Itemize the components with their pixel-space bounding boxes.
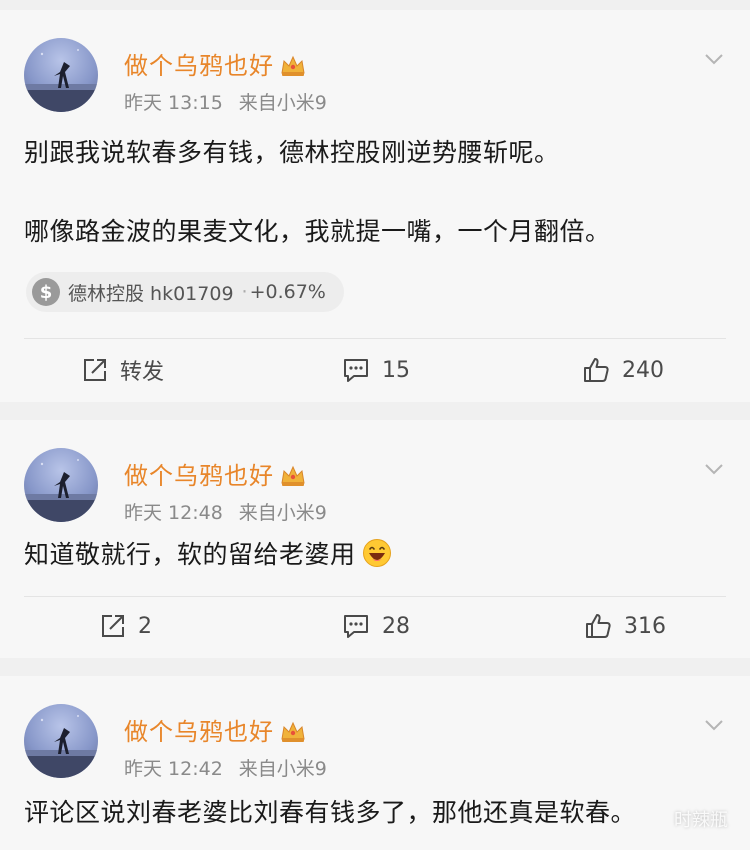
post-text-line: 哪像路金波的果麦文化，我就提一嘴，一个月翻倍。 bbox=[24, 217, 611, 246]
post-meta: 昨天 12:42 来自小米9 bbox=[124, 758, 327, 780]
comment-button[interactable]: 15 bbox=[342, 350, 410, 390]
comment-count: 15 bbox=[382, 357, 410, 383]
like-count: 316 bbox=[624, 613, 666, 639]
post-meta: 昨天 12:48 来自小米9 bbox=[124, 502, 327, 524]
crown-icon bbox=[280, 465, 306, 487]
crown-icon bbox=[280, 721, 306, 743]
author-name[interactable]: 做个乌鸦也好 bbox=[124, 712, 306, 747]
chevron-down-icon[interactable] bbox=[704, 50, 724, 65]
comment-icon bbox=[342, 357, 370, 383]
author-name[interactable]: 做个乌鸦也好 bbox=[124, 456, 306, 491]
stock-chip[interactable]: $ 德林控股 hk01709 · +0.67% bbox=[26, 272, 344, 312]
comment-button[interactable]: 28 bbox=[342, 606, 410, 646]
avatar[interactable] bbox=[24, 704, 98, 778]
post-text: 知道敬就行，软的留给老婆用 bbox=[24, 538, 392, 572]
laugh-emoji-icon bbox=[362, 538, 392, 568]
crown-icon bbox=[280, 55, 306, 77]
author-name[interactable]: 做个乌鸦也好 bbox=[124, 46, 306, 81]
repost-label: 转发 bbox=[120, 360, 165, 385]
divider bbox=[24, 596, 726, 597]
action-bar: 转发 15 240 bbox=[0, 350, 750, 390]
like-icon bbox=[584, 612, 612, 640]
repost-count: 2 bbox=[138, 613, 152, 639]
post-meta: 昨天 13:15 来自小米9 bbox=[124, 92, 327, 114]
post-card-1: 做个乌鸦也好 昨天 13:15 来自小米9 别跟我说软春多有钱，德林控股刚逆势腰斩… bbox=[0, 10, 750, 402]
post-text-line: 别跟我说软春多有钱，德林控股刚逆势腰斩呢。 bbox=[24, 138, 560, 167]
stock-name: 德林控股 hk01709 bbox=[68, 282, 234, 305]
post-card-3: 做个乌鸦也好 昨天 12:42 来自小米9 评论区说刘春老婆比刘春有钱多了，那他还… bbox=[0, 676, 750, 850]
like-icon bbox=[582, 356, 610, 384]
repost-button[interactable]: 2 bbox=[100, 606, 152, 646]
repost-icon bbox=[100, 613, 126, 639]
like-button[interactable]: 316 bbox=[584, 606, 666, 646]
like-count: 240 bbox=[622, 357, 664, 383]
repost-button[interactable]: 转发 bbox=[82, 350, 164, 390]
like-button[interactable]: 240 bbox=[582, 350, 664, 390]
comment-count: 28 bbox=[382, 613, 410, 639]
avatar[interactable] bbox=[24, 448, 98, 522]
chevron-down-icon[interactable] bbox=[704, 460, 724, 475]
stock-separator: · bbox=[241, 281, 248, 303]
watermark: 时辣瓶 bbox=[674, 810, 728, 831]
divider bbox=[24, 338, 726, 339]
dollar-icon: $ bbox=[32, 278, 60, 306]
avatar[interactable] bbox=[24, 38, 98, 112]
post-text: 评论区说刘春老婆比刘春有钱多了，那他还真是软春。 bbox=[24, 798, 637, 827]
comment-icon bbox=[342, 613, 370, 639]
repost-icon bbox=[82, 357, 108, 383]
post-card-2: 做个乌鸦也好 昨天 12:48 来自小米9 知道敬就行，软的留给老婆用 2 28 … bbox=[0, 420, 750, 658]
stock-change: +0.67% bbox=[249, 281, 326, 303]
action-bar: 2 28 316 bbox=[0, 606, 750, 646]
chevron-down-icon[interactable] bbox=[704, 716, 724, 731]
